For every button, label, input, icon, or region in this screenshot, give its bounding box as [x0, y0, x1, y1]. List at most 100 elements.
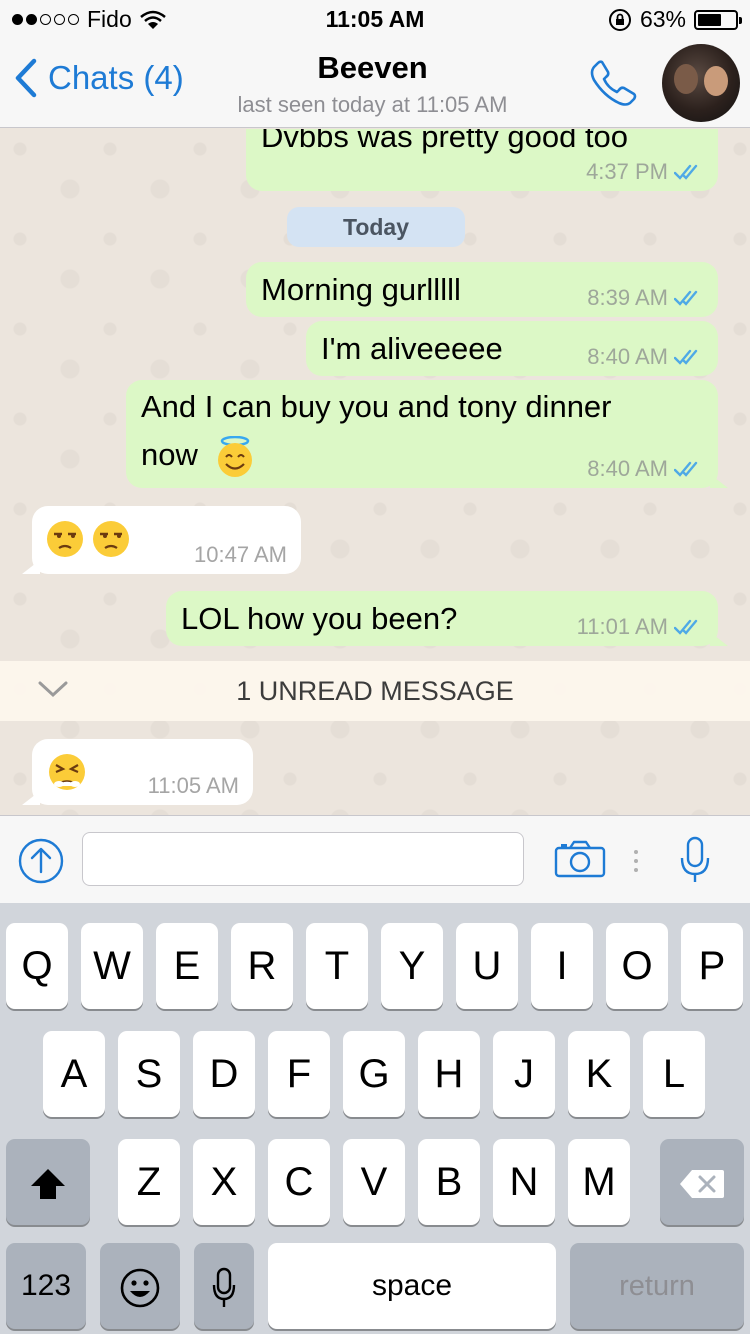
battery-fill [698, 13, 721, 26]
message-bubble-outgoing[interactable]: I'm aliveeeee 8:40 AM [306, 321, 718, 376]
key-p[interactable]: P [681, 923, 743, 1009]
key-l[interactable]: L [643, 1031, 705, 1117]
key-x[interactable]: X [193, 1139, 255, 1225]
message-meta: 11:01 AM [577, 612, 704, 642]
key-z[interactable]: Z [118, 1139, 180, 1225]
key-q[interactable]: Q [6, 923, 68, 1009]
message-meta: 8:40 AM [587, 454, 704, 484]
message-time: 8:39 AM [587, 285, 668, 310]
emoji-icon [120, 1269, 160, 1308]
status-right: 63% [608, 6, 742, 33]
key-h[interactable]: H [418, 1031, 480, 1117]
key-y[interactable]: Y [381, 923, 443, 1009]
message-text-line: now [141, 437, 198, 472]
microphone-icon [680, 836, 710, 882]
key-c[interactable]: C [268, 1139, 330, 1225]
battery-icon [694, 9, 742, 30]
last-seen-status: last seen today at 11:05 AM [237, 92, 508, 117]
message-time: 11:05 AM [147, 773, 239, 798]
read-ticks-icon [674, 461, 698, 477]
battery-percent: 63% [639, 6, 686, 32]
return-key[interactable]: return [570, 1243, 744, 1329]
emoji-key[interactable] [100, 1243, 180, 1329]
message-time: 11:01 AM [576, 614, 668, 639]
separator-dots [634, 850, 638, 872]
message-bubble-outgoing[interactable]: Dvbbs was pretty good too 4:37 PM [246, 129, 718, 191]
key-k[interactable]: K [568, 1031, 630, 1117]
read-ticks-icon [674, 164, 698, 180]
key-o[interactable]: O [606, 923, 668, 1009]
shift-key[interactable] [6, 1139, 90, 1225]
message-text: LOL how you been? [181, 601, 458, 636]
message-text: Morning gurlllll [261, 272, 461, 307]
message-meta: 10:47 AM [194, 540, 287, 570]
key-t[interactable]: T [306, 923, 368, 1009]
share-arrow-icon [18, 838, 64, 884]
shift-icon [31, 1169, 65, 1200]
read-ticks-icon [674, 619, 698, 635]
message-bubble-outgoing[interactable]: LOL how you been? 11:01 AM [166, 591, 728, 646]
phone-icon [590, 60, 637, 106]
delete-icon [680, 1170, 724, 1199]
key-r[interactable]: R [231, 923, 293, 1009]
nav-bar: Chats (4) Beeven last seen today at 11:0… [0, 40, 750, 128]
key-u[interactable]: U [456, 923, 518, 1009]
read-ticks-icon [674, 290, 698, 306]
message-text: And I can buy you and tony dinner now [141, 383, 612, 479]
back-label: Chats (4) [48, 59, 184, 96]
message-meta: 11:05 AM [148, 771, 239, 801]
message-meta: 8:40 AM [587, 342, 704, 372]
camera-button[interactable] [554, 840, 606, 883]
message-bubble-incoming[interactable]: 11:05 AM [22, 739, 253, 805]
contact-name: Beeven [317, 50, 428, 85]
key-e[interactable]: E [156, 923, 218, 1009]
unamused-face-emoji [47, 521, 83, 557]
keyboard: Q W E R T Y U I O P A S D F G H J K L Z … [0, 903, 750, 1334]
message-meta: 8:39 AM [587, 283, 704, 313]
chat-area[interactable]: Dvbbs was pretty good too 4:37 PM Today … [0, 129, 750, 815]
delete-key[interactable] [660, 1139, 744, 1225]
key-f[interactable]: F [268, 1031, 330, 1117]
message-bubble-outgoing[interactable]: Morning gurlllll 8:39 AM [246, 262, 718, 317]
key-b[interactable]: B [418, 1139, 480, 1225]
key-i[interactable]: I [531, 923, 593, 1009]
key-n[interactable]: N [493, 1139, 555, 1225]
camera-icon [554, 840, 606, 878]
message-text: Dvbbs was pretty good too [261, 129, 629, 154]
key-v[interactable]: V [343, 1139, 405, 1225]
dictation-key[interactable] [194, 1243, 254, 1329]
message-text: I'm aliveeeee [321, 331, 503, 366]
dictation-mic-icon [212, 1268, 236, 1308]
key-g[interactable]: G [343, 1031, 405, 1117]
message-bubble-outgoing[interactable]: And I can buy you and tony dinner now 8:… [126, 380, 728, 488]
message-bubble-incoming[interactable]: 10:47 AM [22, 506, 301, 574]
call-button[interactable] [588, 56, 640, 113]
message-time: 4:37 PM [586, 159, 668, 184]
unread-label: 1 UNREAD MESSAGE [236, 676, 514, 706]
key-j[interactable]: J [493, 1031, 555, 1117]
chevron-left-icon [15, 58, 37, 98]
date-divider: Today [287, 207, 465, 247]
avatar[interactable] [662, 44, 740, 122]
key-m[interactable]: M [568, 1139, 630, 1225]
message-time: 10:47 AM [194, 542, 287, 567]
message-input[interactable] [82, 832, 524, 886]
message-time: 8:40 AM [587, 456, 668, 481]
unread-banner[interactable]: 1 UNREAD MESSAGE [0, 661, 750, 721]
key-d[interactable]: D [193, 1031, 255, 1117]
contact-header[interactable]: Beeven last seen today at 11:05 AM [200, 50, 545, 118]
back-button[interactable]: Chats (4) [14, 58, 184, 98]
space-key[interactable]: space [268, 1243, 556, 1329]
status-bar: Fido 11:05 AM 63% [0, 0, 750, 40]
message-time: 8:40 AM [587, 344, 668, 369]
key-s[interactable]: S [118, 1031, 180, 1117]
voice-message-button[interactable] [680, 836, 710, 889]
key-w[interactable]: W [81, 923, 143, 1009]
unamused-face-emoji [93, 521, 129, 557]
key-a[interactable]: A [43, 1031, 105, 1117]
share-button[interactable] [18, 838, 64, 889]
numbers-key[interactable]: 123 [6, 1243, 86, 1329]
message-meta: 4:37 PM [586, 157, 704, 187]
message-emoji-row [46, 520, 130, 558]
rotation-lock-icon [608, 8, 631, 31]
